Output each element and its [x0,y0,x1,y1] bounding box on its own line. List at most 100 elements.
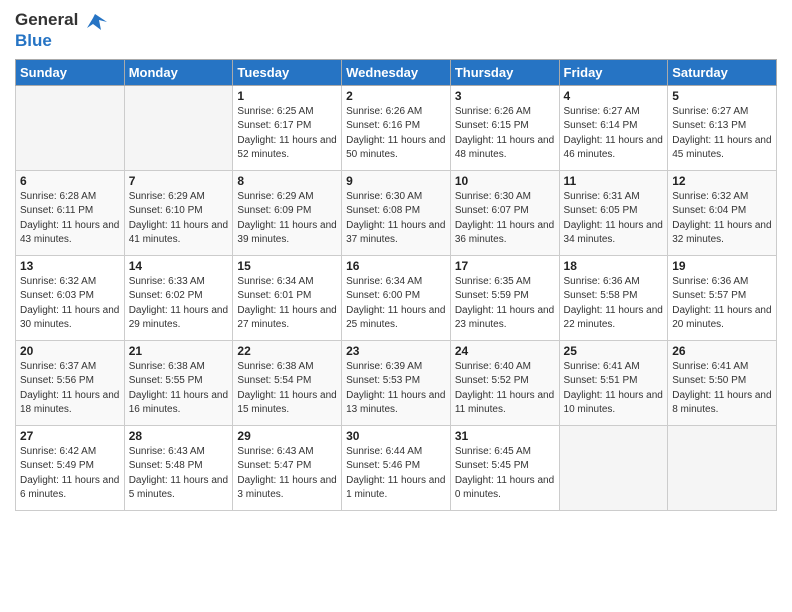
day-number: 14 [129,259,229,273]
day-info: Sunrise: 6:31 AMSunset: 6:05 PMDaylight:… [564,190,664,248]
day-info: Sunrise: 6:41 AMSunset: 5:51 PMDaylight:… [564,360,664,418]
day-cell [668,425,777,510]
day-cell: 31 Sunrise: 6:45 AMSunset: 5:45 PMDayligh… [450,425,559,510]
day-cell: 28 Sunrise: 6:43 AMSunset: 5:48 PMDayligh… [124,425,233,510]
day-number: 5 [672,89,772,103]
header: General Blue [15,10,777,51]
day-number: 22 [237,344,337,358]
day-info: Sunrise: 6:27 AMSunset: 6:14 PMDaylight:… [564,105,664,163]
day-info: Sunrise: 6:32 AMSunset: 6:04 PMDaylight:… [672,190,772,248]
day-cell: 19 Sunrise: 6:36 AMSunset: 5:57 PMDayligh… [668,255,777,340]
day-number: 21 [129,344,229,358]
day-cell: 16 Sunrise: 6:34 AMSunset: 6:00 PMDayligh… [342,255,451,340]
day-info: Sunrise: 6:26 AMSunset: 6:16 PMDaylight:… [346,105,446,163]
day-number: 3 [455,89,555,103]
header-day-wednesday: Wednesday [342,59,451,85]
day-number: 9 [346,174,446,188]
day-cell: 21 Sunrise: 6:38 AMSunset: 5:55 PMDayligh… [124,340,233,425]
week-row-4: 20 Sunrise: 6:37 AMSunset: 5:56 PMDayligh… [16,340,777,425]
day-info: Sunrise: 6:30 AMSunset: 6:08 PMDaylight:… [346,190,446,248]
day-info: Sunrise: 6:34 AMSunset: 6:01 PMDaylight:… [237,275,337,333]
day-number: 15 [237,259,337,273]
day-cell: 30 Sunrise: 6:44 AMSunset: 5:46 PMDayligh… [342,425,451,510]
header-row: SundayMondayTuesdayWednesdayThursdayFrid… [16,59,777,85]
day-cell [16,85,125,170]
day-info: Sunrise: 6:40 AMSunset: 5:52 PMDaylight:… [455,360,555,418]
day-cell: 13 Sunrise: 6:32 AMSunset: 6:03 PMDayligh… [16,255,125,340]
day-info: Sunrise: 6:38 AMSunset: 5:55 PMDaylight:… [129,360,229,418]
day-number: 24 [455,344,555,358]
calendar-table: SundayMondayTuesdayWednesdayThursdayFrid… [15,59,777,511]
logo-bird-icon [85,10,107,32]
day-info: Sunrise: 6:44 AMSunset: 5:46 PMDaylight:… [346,445,446,503]
day-number: 13 [20,259,120,273]
day-number: 31 [455,429,555,443]
day-info: Sunrise: 6:29 AMSunset: 6:10 PMDaylight:… [129,190,229,248]
day-cell: 3Sunrise: 6:26 AMSunset: 6:15 PMDaylight… [450,85,559,170]
week-row-1: 1 Sunrise: 6:25 AMSunset: 6:17 PMDaylight… [16,85,777,170]
day-number: 27 [20,429,120,443]
day-cell: 14 Sunrise: 6:33 AMSunset: 6:02 PMDayligh… [124,255,233,340]
day-info: Sunrise: 6:38 AMSunset: 5:54 PMDaylight:… [237,360,337,418]
logo-text: General Blue [15,10,107,51]
day-number: 23 [346,344,446,358]
day-cell: 5Sunrise: 6:27 AMSunset: 6:13 PMDaylight… [668,85,777,170]
header-day-monday: Monday [124,59,233,85]
day-cell: 1 Sunrise: 6:25 AMSunset: 6:17 PMDaylight… [233,85,342,170]
header-day-sunday: Sunday [16,59,125,85]
day-number: 2 [346,89,446,103]
day-info: Sunrise: 6:39 AMSunset: 5:53 PMDaylight:… [346,360,446,418]
day-info: Sunrise: 6:36 AMSunset: 5:57 PMDaylight:… [672,275,772,333]
day-info: Sunrise: 6:41 AMSunset: 5:50 PMDaylight:… [672,360,772,418]
day-number: 10 [455,174,555,188]
day-number: 25 [564,344,664,358]
day-cell: 15 Sunrise: 6:34 AMSunset: 6:01 PMDayligh… [233,255,342,340]
day-cell: 17 Sunrise: 6:35 AMSunset: 5:59 PMDayligh… [450,255,559,340]
day-cell: 23 Sunrise: 6:39 AMSunset: 5:53 PMDayligh… [342,340,451,425]
day-cell: 2 Sunrise: 6:26 AMSunset: 6:16 PMDaylight… [342,85,451,170]
day-info: Sunrise: 6:28 AMSunset: 6:11 PMDaylight:… [20,190,120,248]
day-number: 30 [346,429,446,443]
day-cell [124,85,233,170]
week-row-5: 27 Sunrise: 6:42 AMSunset: 5:49 PMDayligh… [16,425,777,510]
day-number: 18 [564,259,664,273]
day-info: Sunrise: 6:25 AMSunset: 6:17 PMDaylight:… [237,105,337,163]
day-cell: 27 Sunrise: 6:42 AMSunset: 5:49 PMDayligh… [16,425,125,510]
day-cell: 4 Sunrise: 6:27 AMSunset: 6:14 PMDaylight… [559,85,668,170]
day-info: Sunrise: 6:30 AMSunset: 6:07 PMDaylight:… [455,190,555,248]
day-number: 16 [346,259,446,273]
day-info: Sunrise: 6:33 AMSunset: 6:02 PMDaylight:… [129,275,229,333]
day-info: Sunrise: 6:32 AMSunset: 6:03 PMDaylight:… [20,275,120,333]
day-number: 28 [129,429,229,443]
day-cell [559,425,668,510]
day-info: Sunrise: 6:29 AMSunset: 6:09 PMDaylight:… [237,190,337,248]
day-info: Sunrise: 6:34 AMSunset: 6:00 PMDaylight:… [346,275,446,333]
day-info: Sunrise: 6:45 AMSunset: 5:45 PMDaylight:… [455,445,555,503]
logo: General Blue [15,10,107,51]
day-info: Sunrise: 6:42 AMSunset: 5:49 PMDaylight:… [20,445,120,503]
header-day-tuesday: Tuesday [233,59,342,85]
day-number: 19 [672,259,772,273]
day-info: Sunrise: 6:37 AMSunset: 5:56 PMDaylight:… [20,360,120,418]
day-cell: 7 Sunrise: 6:29 AMSunset: 6:10 PMDaylight… [124,170,233,255]
day-number: 20 [20,344,120,358]
day-info: Sunrise: 6:35 AMSunset: 5:59 PMDaylight:… [455,275,555,333]
day-cell: 22 Sunrise: 6:38 AMSunset: 5:54 PMDayligh… [233,340,342,425]
day-number: 4 [564,89,664,103]
day-number: 26 [672,344,772,358]
day-number: 11 [564,174,664,188]
day-cell: 9 Sunrise: 6:30 AMSunset: 6:08 PMDaylight… [342,170,451,255]
day-number: 7 [129,174,229,188]
day-info: Sunrise: 6:43 AMSunset: 5:48 PMDaylight:… [129,445,229,503]
header-day-thursday: Thursday [450,59,559,85]
day-cell: 10 Sunrise: 6:30 AMSunset: 6:07 PMDayligh… [450,170,559,255]
day-cell: 8Sunrise: 6:29 AMSunset: 6:09 PMDaylight… [233,170,342,255]
day-cell: 18Sunrise: 6:36 AMSunset: 5:58 PMDayligh… [559,255,668,340]
header-day-friday: Friday [559,59,668,85]
week-row-3: 13 Sunrise: 6:32 AMSunset: 6:03 PMDayligh… [16,255,777,340]
day-number: 17 [455,259,555,273]
week-row-2: 6Sunrise: 6:28 AMSunset: 6:11 PMDaylight… [16,170,777,255]
day-number: 1 [237,89,337,103]
day-number: 12 [672,174,772,188]
day-cell: 26 Sunrise: 6:41 AMSunset: 5:50 PMDayligh… [668,340,777,425]
